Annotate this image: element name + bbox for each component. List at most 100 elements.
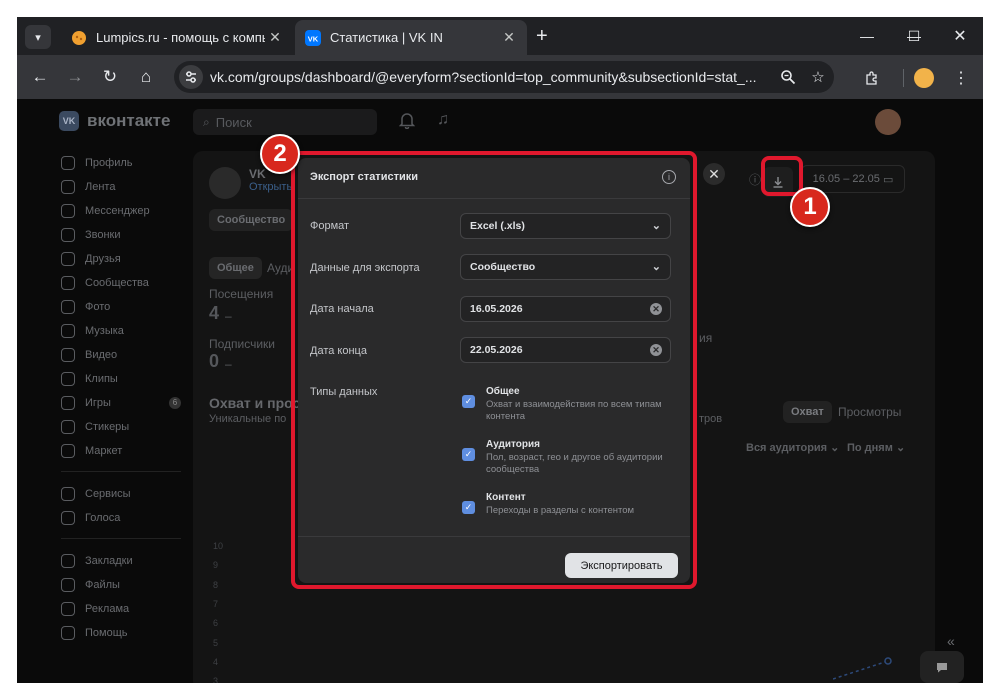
home-icon[interactable]: ⌂ [133, 65, 159, 89]
open-community-link[interactable]: Открыть [249, 181, 292, 193]
tab-general[interactable]: Общее [209, 257, 262, 279]
sidebar-item-messenger[interactable]: Мессенджер [61, 199, 201, 223]
sidebar-item-label: Звонки [85, 229, 121, 241]
sidebar-item-friends[interactable]: Друзья [61, 247, 201, 271]
games-count-badge: 6 [169, 397, 181, 409]
sidebar-item-label: Сообщества [85, 277, 149, 289]
community-avatar[interactable] [209, 167, 241, 199]
close-tab-icon[interactable]: ✕ [499, 29, 519, 46]
close-window-icon[interactable]: ✕ [940, 23, 980, 49]
sidebar-item-market[interactable]: Маркет [61, 439, 201, 463]
sidebar-item-files[interactable]: Файлы [61, 573, 201, 597]
search-icon: ⌕ [203, 114, 210, 129]
tab-title: Lumpics.ru - помощь с компьютером [96, 30, 265, 45]
sidebar-item-label: Помощь [85, 627, 128, 639]
close-tab-icon[interactable]: ✕ [265, 29, 285, 46]
browser-window: ▾ Lumpics.ru - помощь с компьютером ✕ VK… [17, 17, 983, 683]
sidebar-item-clips[interactable]: Клипы [61, 367, 201, 391]
sidebar-item-games[interactable]: Игры 6 [61, 391, 201, 415]
y-tick-label: 5 [213, 637, 219, 648]
granularity-filter[interactable]: По дням ⌄ [847, 441, 905, 454]
download-highlight-frame [761, 156, 803, 196]
new-tab-button[interactable]: + [536, 25, 548, 47]
chart-line-fragment [833, 657, 892, 680]
music-note-icon[interactable]: ♫ [437, 111, 449, 129]
tab-search-button[interactable]: ▾ [25, 25, 51, 49]
sidebar-item-label: Видео [85, 349, 118, 361]
bookmark-icon [61, 554, 75, 568]
modal-highlight-frame [291, 151, 697, 589]
address-bar[interactable]: vk.com/groups/dashboard/@everyform?secti… [174, 61, 834, 93]
vk-search-input[interactable]: ⌕ Поиск [193, 109, 377, 135]
sidebar-item-help[interactable]: Помощь [61, 621, 201, 645]
forward-arrow-icon[interactable]: → [62, 65, 88, 89]
feed-icon [61, 180, 75, 194]
sidebar-item-services[interactable]: Сервисы [61, 482, 201, 506]
y-tick-label: 9 [213, 560, 219, 571]
chevron-down-icon: ⌄ [830, 442, 840, 454]
sidebar-item-photos[interactable]: Фото [61, 295, 201, 319]
y-tick-label: 8 [213, 579, 219, 590]
video-icon [61, 348, 75, 362]
sidebar-divider [61, 471, 181, 472]
maximize-icon[interactable]: ☐ [894, 23, 934, 49]
sidebar-item-ads[interactable]: Реклама [61, 597, 201, 621]
subscribers-label: Подписчики [209, 337, 276, 351]
profile-avatar-icon[interactable] [914, 68, 934, 88]
collapse-panel-icon[interactable]: « [947, 633, 955, 649]
sidebar-item-calls[interactable]: Звонки [61, 223, 201, 247]
tab-vk-statistics[interactable]: VK Статистика | VK IN ✕ [295, 20, 527, 55]
sidebar-item-label: Мессенджер [85, 205, 150, 217]
sidebar-item-profile[interactable]: Профиль [61, 151, 201, 175]
sidebar-item-label: Сервисы [85, 488, 131, 500]
sidebar-item-music[interactable]: Музыка [61, 319, 201, 343]
toggle-reach[interactable]: Охват [783, 401, 832, 423]
help-icon [61, 626, 75, 640]
sidebar-item-label: Файлы [85, 579, 120, 591]
reload-icon[interactable]: ↻ [97, 65, 123, 89]
menu-kebab-icon[interactable]: ⋮ [950, 67, 972, 89]
sidebar-item-label: Голоса [85, 512, 121, 524]
metric-label-fragment: ия [699, 331, 713, 345]
zoom-icon[interactable] [778, 67, 798, 87]
sidebar-item-bookmarks[interactable]: Закладки [61, 549, 201, 573]
minimize-icon[interactable]: — [847, 23, 887, 49]
toolbar: ← → ↻ ⌂ vk.com/groups/dashboard/@everyfo… [17, 55, 983, 99]
sidebar-item-label: Маркет [85, 445, 123, 457]
subscribers-delta: – [225, 357, 232, 371]
music-icon [61, 324, 75, 338]
sidebar-item-communities[interactable]: Сообщества [61, 271, 201, 295]
chat-bubble-icon[interactable] [920, 651, 964, 683]
sidebar-item-votes[interactable]: Голоса [61, 506, 201, 530]
communities-icon [61, 276, 75, 290]
audience-filter-label: Вся аудитория [746, 442, 828, 454]
step-1-badge: 1 [790, 187, 830, 227]
vk-logo-mark: VK [59, 111, 79, 131]
sidebar-item-feed[interactable]: Лента [61, 175, 201, 199]
bookmark-star-icon[interactable]: ☆ [808, 67, 828, 87]
toggle-views[interactable]: Просмотры [838, 405, 901, 419]
visits-label: Посещения [209, 287, 274, 301]
sidebar-item-stickers[interactable]: Стикеры [61, 415, 201, 439]
info-icon[interactable]: ⓘ [749, 171, 761, 188]
user-avatar[interactable] [875, 109, 901, 135]
sidebar-item-label: Игры [85, 397, 111, 409]
close-modal-button[interactable]: ✕ [703, 163, 725, 185]
vk-favicon-icon: VK [305, 29, 321, 46]
extensions-icon[interactable] [861, 67, 883, 89]
vk-logo[interactable]: VK вконтакте [59, 111, 170, 131]
sidebar-item-label: Профиль [85, 157, 133, 169]
sidebar-item-video[interactable]: Видео [61, 343, 201, 367]
community-chip[interactable]: Сообщество [209, 209, 294, 231]
photo-icon [61, 300, 75, 314]
vk-sidebar: Профиль Лента Мессенджер Звонки Друзья С… [61, 151, 201, 645]
toolbar-divider [903, 69, 904, 87]
audience-filter[interactable]: Вся аудитория ⌄ [746, 441, 839, 454]
tab-strip: ▾ Lumpics.ru - помощь с компьютером ✕ VK… [17, 17, 983, 55]
reach-title: Охват и прос [209, 395, 301, 411]
back-arrow-icon[interactable]: ← [27, 65, 53, 89]
svg-text:VK: VK [308, 34, 319, 43]
notifications-bell-icon[interactable] [398, 111, 416, 134]
site-settings-icon[interactable] [179, 65, 203, 89]
tab-lumpics[interactable]: Lumpics.ru - помощь с компьютером ✕ [61, 20, 293, 55]
